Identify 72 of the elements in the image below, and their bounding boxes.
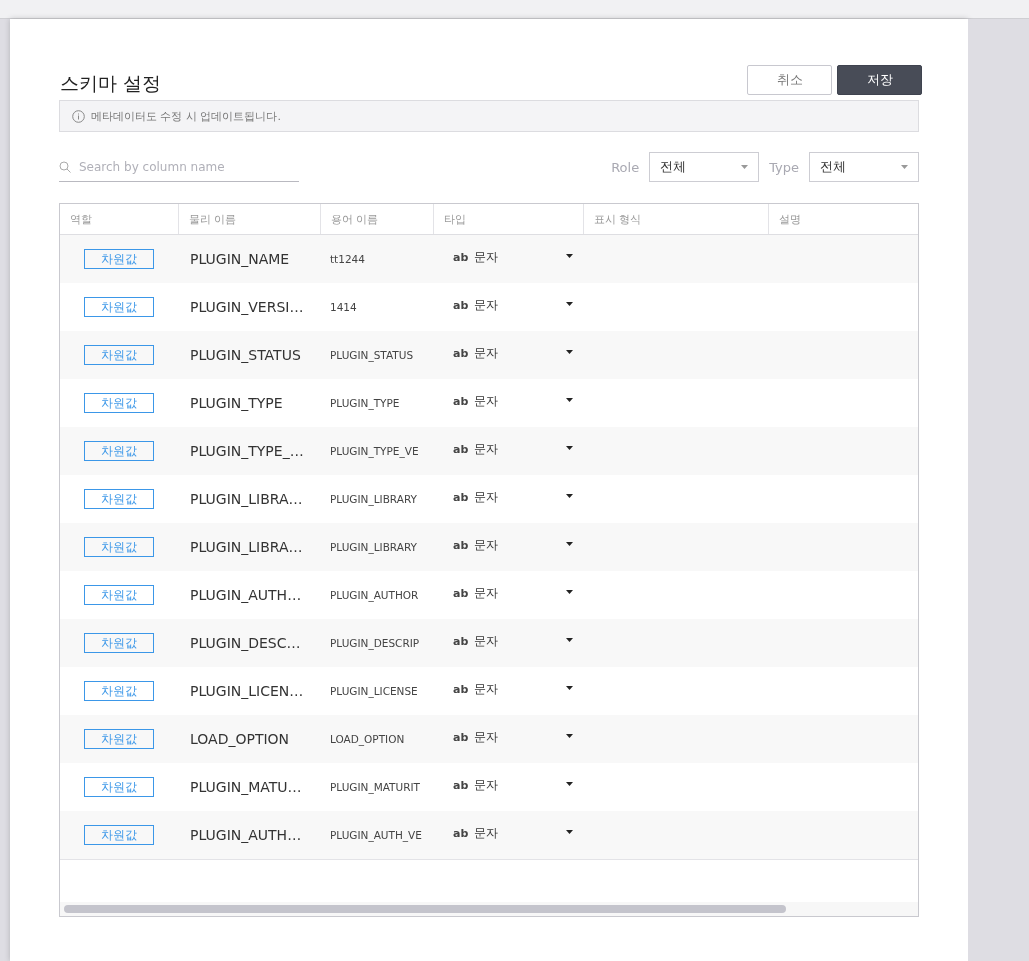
logical-name: PLUGIN_AUTH_VE (330, 829, 422, 841)
caret-icon (566, 254, 573, 258)
column-header: 설명 (768, 204, 918, 234)
logical-name: PLUGIN_LIBRARY (330, 493, 417, 505)
caret-icon (566, 302, 573, 306)
physical-name: PLUGIN_VERSI… (190, 299, 304, 315)
caret-icon (741, 165, 749, 169)
column-header: 용어 이름 (320, 204, 433, 234)
caret-icon (566, 350, 573, 354)
type-dropdown[interactable]: ab 문자 (453, 294, 573, 314)
caret-icon (566, 686, 573, 690)
column-header: 역할 (69, 211, 93, 228)
caret-icon (566, 590, 573, 594)
type-dropdown[interactable]: ab 문자 (453, 822, 573, 842)
filter-label: Role (611, 159, 640, 175)
physical-name: PLUGIN_MATU… (190, 779, 302, 795)
physical-name: PLUGIN_TYPE (190, 395, 283, 411)
physical-name: PLUGIN_AUTH… (190, 827, 302, 843)
caret-icon (566, 398, 573, 402)
caret-icon (566, 830, 573, 834)
caret-icon (901, 165, 908, 169)
search-icon (59, 160, 71, 173)
type-dropdown[interactable]: ab 문자 (453, 726, 573, 746)
physical-name: PLUGIN_STATUS (190, 347, 301, 363)
physical-name: PLUGIN_LICEN… (190, 683, 304, 699)
type-dropdown[interactable]: ab 문자 (453, 390, 573, 410)
caret-icon (566, 494, 573, 498)
logical-name: PLUGIN_TYPE (330, 397, 400, 409)
type-dropdown[interactable]: ab 문자 (453, 246, 573, 266)
scrollbar-track[interactable] (60, 902, 918, 916)
dialog-title: 스키마 설정 (60, 71, 162, 95)
scrollbar-thumb[interactable] (64, 905, 786, 913)
logical-name: tt1244 (330, 253, 365, 265)
logical-name: PLUGIN_MATURIT (330, 781, 420, 793)
physical-name: LOAD_OPTION (190, 731, 290, 747)
logical-name: PLUGIN_DESCRIP (330, 637, 420, 649)
physical-name: PLUGIN_AUTH… (190, 587, 302, 603)
caret-icon (566, 734, 573, 738)
save-button[interactable]: 저장 (837, 65, 922, 95)
info-icon (72, 109, 85, 123)
logical-name: PLUGIN_AUTHOR (330, 589, 419, 601)
logical-name: PLUGIN_LICENSE (330, 685, 418, 697)
physical-name: PLUGIN_LIBRA… (190, 539, 303, 555)
logical-name: PLUGIN_STATUS (330, 349, 414, 361)
logical-name: LOAD_OPTION (330, 733, 405, 745)
caret-icon (566, 446, 573, 450)
filter-label: Type (769, 159, 799, 175)
column-header: 표시 형식 (583, 204, 768, 234)
cancel-button[interactable]: 취소 (747, 65, 832, 95)
column-header: 물리 이름 (178, 204, 320, 234)
logical-name: PLUGIN_LIBRARY (330, 541, 417, 553)
type-dropdown[interactable]: ab 문자 (453, 342, 573, 362)
physical-name: PLUGIN_TYPE_… (190, 443, 304, 459)
logical-name: 1414 (330, 301, 357, 313)
type-dropdown[interactable]: ab 문자 (453, 486, 573, 506)
filter-dropdown[interactable]: 전체 (809, 152, 919, 182)
notice-text: 메타데이터도 수정 시 업데이트됩니다. (91, 108, 281, 124)
caret-icon (566, 542, 573, 546)
type-dropdown[interactable]: ab 문자 (453, 774, 573, 794)
type-dropdown[interactable]: ab 문자 (453, 534, 573, 554)
physical-name: PLUGIN_LIBRA… (190, 491, 303, 507)
column-header: 타입 (433, 204, 583, 234)
type-dropdown[interactable]: ab 문자 (453, 582, 573, 602)
physical-name: PLUGIN_NAME (190, 251, 290, 267)
type-dropdown[interactable]: ab 문자 (453, 630, 573, 650)
logical-name: PLUGIN_TYPE_VE (330, 445, 419, 457)
type-dropdown[interactable]: ab 문자 (453, 678, 573, 698)
filter-dropdown[interactable]: 전체 (649, 152, 760, 182)
type-dropdown[interactable]: ab 문자 (453, 438, 573, 458)
physical-name: PLUGIN_DESC… (190, 635, 301, 651)
caret-icon (566, 638, 573, 642)
caret-icon (566, 782, 573, 786)
